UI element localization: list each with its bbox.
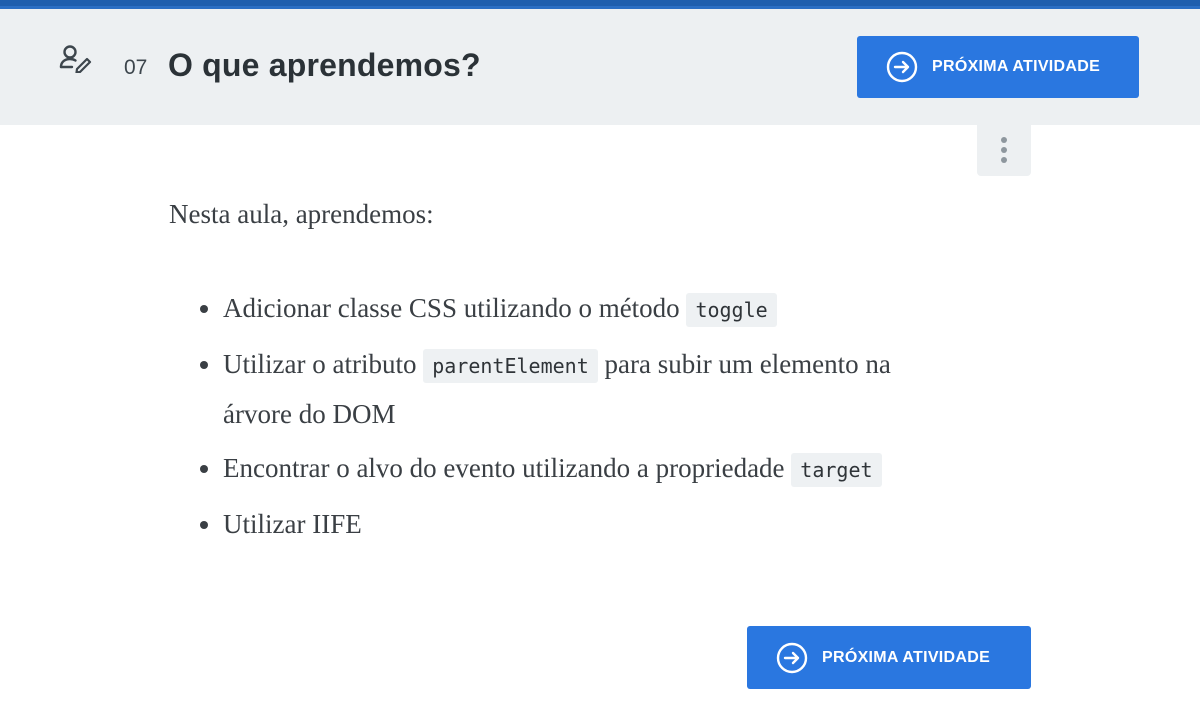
next-activity-button[interactable]: PRÓXIMA ATIVIDADE [857, 36, 1139, 98]
task-edit-icon [58, 43, 92, 74]
list-item: Utilizar IIFE [200, 500, 929, 548]
list-item-text: Utilizar o atributo [223, 349, 424, 379]
next-activity-label: PRÓXIMA ATIVIDADE [932, 58, 1101, 75]
more-options-button[interactable] [977, 125, 1031, 176]
list-item: Encontrar o alvo do evento utilizando a … [200, 444, 929, 494]
bullet [200, 465, 208, 473]
list-item-text: Utilizar IIFE [223, 509, 362, 539]
inline-code: target [791, 453, 882, 487]
activity-content: Nesta aula, aprendemos: Adicionar classe… [169, 196, 929, 554]
list-item-text: Encontrar o alvo do evento utilizando a … [223, 453, 792, 483]
inline-code: toggle [686, 293, 777, 327]
arrow-right-circle-icon [886, 51, 918, 83]
list-item: Adicionar classe CSS utilizando o método… [200, 284, 929, 334]
bullet [200, 361, 208, 369]
lesson-number: 07 [124, 56, 148, 79]
next-activity-label: PRÓXIMA ATIVIDADE [822, 648, 991, 666]
bullet [200, 305, 208, 313]
page-title: O que aprendemos? [168, 47, 481, 83]
inline-code: parentElement [423, 349, 598, 383]
list-item-text: Adicionar classe CSS utilizando o método [223, 293, 687, 323]
arrow-right-circle-icon [776, 642, 808, 674]
learned-list: Adicionar classe CSS utilizando o método… [169, 284, 929, 548]
intro-text: Nesta aula, aprendemos: [169, 199, 434, 229]
next-activity-button-bottom[interactable]: PRÓXIMA ATIVIDADE [747, 626, 1031, 689]
list-item: Utilizar o atributo parentElement para s… [200, 340, 929, 438]
bullet [200, 521, 208, 529]
